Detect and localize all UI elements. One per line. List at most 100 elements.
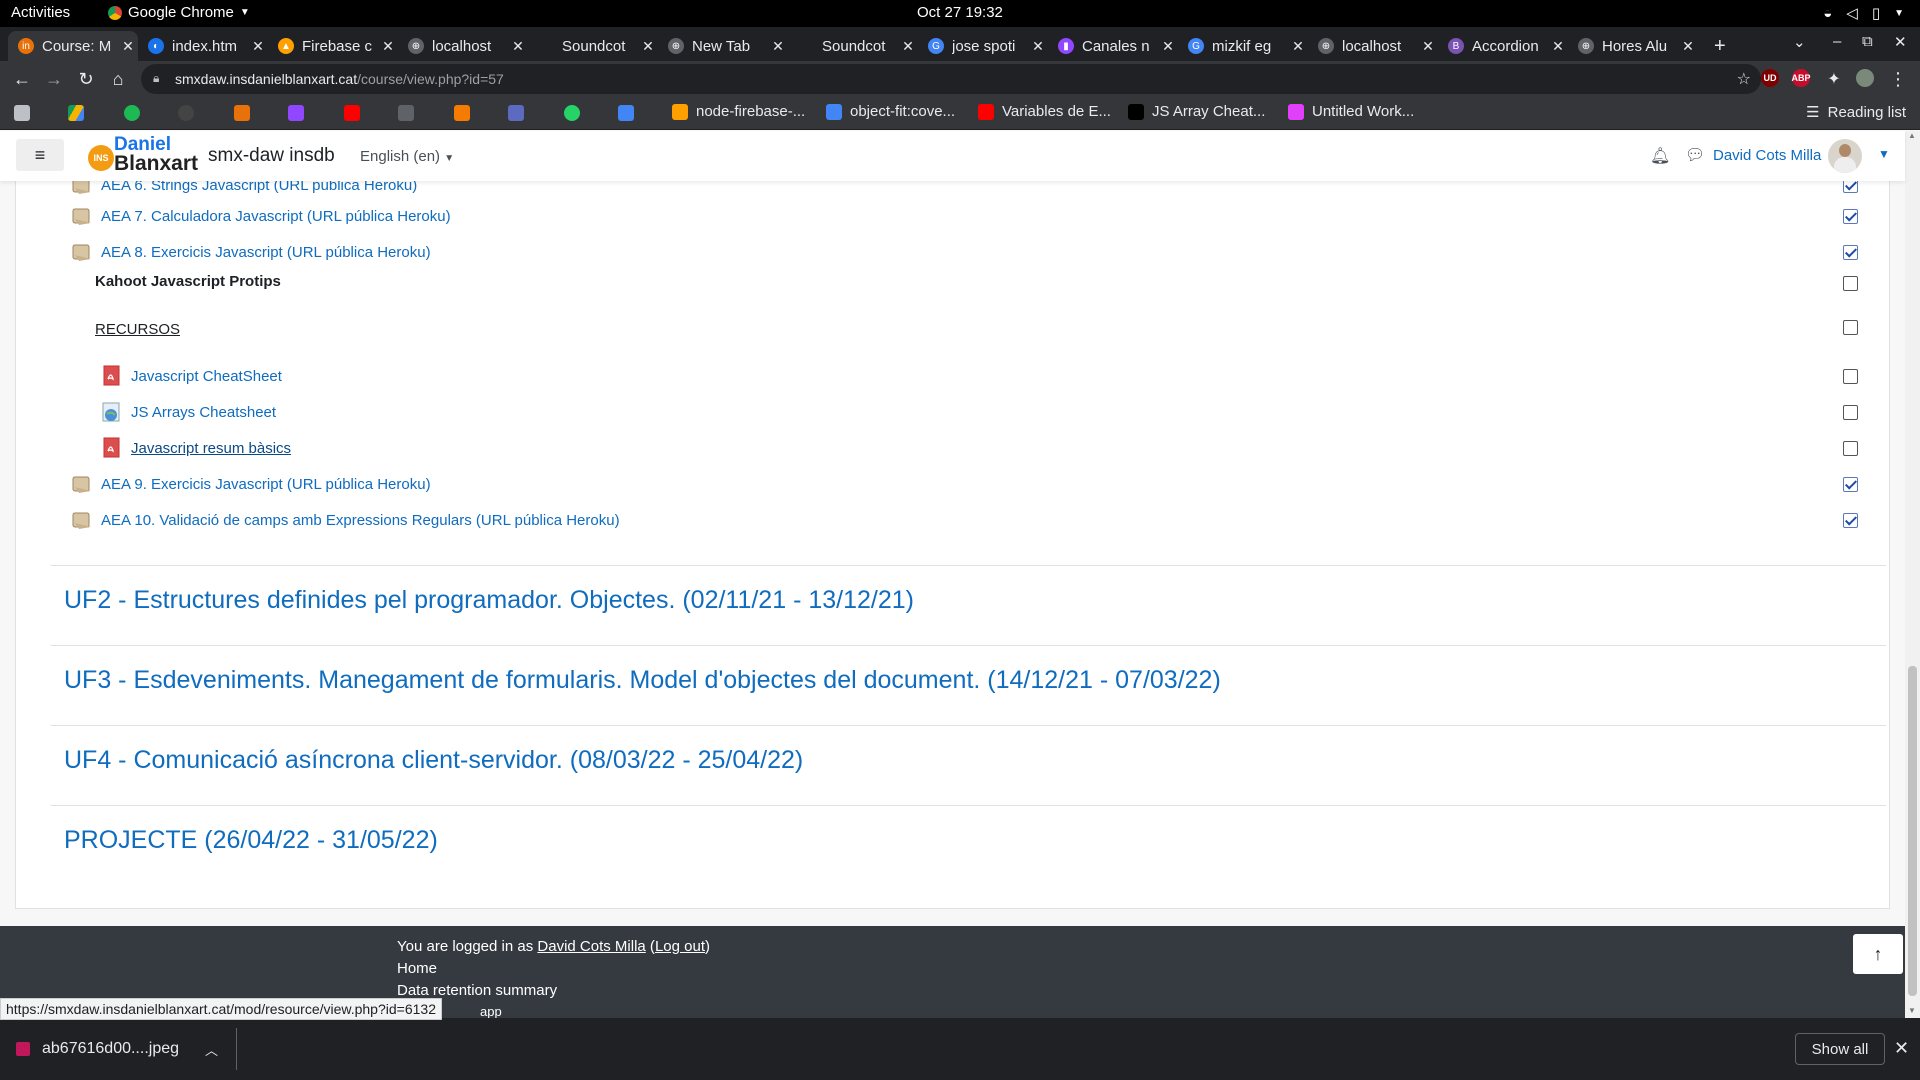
- messages-icon[interactable]: 💬︎: [1685, 145, 1705, 165]
- tab-close-icon[interactable]: ✕: [768, 38, 788, 55]
- browser-tab[interactable]: ⊕ Hores Alu ✕: [1568, 31, 1698, 61]
- grid-app-icon[interactable]: [398, 105, 414, 121]
- reading-list-button[interactable]: ☰ Reading list: [1806, 103, 1906, 122]
- browser-tab[interactable]: in Course: M ✕: [8, 31, 138, 61]
- scrollbar-thumb[interactable]: [1908, 666, 1917, 996]
- bookmark-star-icon[interactable]: ☆: [1737, 69, 1751, 89]
- app-launcher-icon[interactable]: [508, 105, 524, 121]
- tab-search-icon[interactable]: ⌄: [1793, 33, 1806, 51]
- new-tab-icon[interactable]: +: [1704, 31, 1734, 61]
- back-to-top-button[interactable]: ↑: [1853, 934, 1903, 974]
- google-drive-icon[interactable]: [68, 105, 84, 121]
- lock-icon[interactable]: 🔒︎: [153, 71, 159, 86]
- close-download-bar-icon[interactable]: ✕: [1894, 1038, 1909, 1059]
- browser-tab[interactable]: ▮ Canales n ✕: [1048, 31, 1178, 61]
- data-retention-link[interactable]: Data retention summary: [397, 982, 557, 999]
- show-all-downloads-button[interactable]: Show all: [1795, 1033, 1885, 1065]
- adblock-icon[interactable]: ABP: [1792, 69, 1811, 87]
- site-name[interactable]: smx-daw insdb: [208, 145, 335, 167]
- youtube-icon[interactable]: [344, 105, 360, 121]
- bookmark-item[interactable]: object-fit:cove...: [826, 103, 955, 120]
- chevron-up-icon[interactable]: ︿: [205, 1040, 218, 1059]
- scroll-down-arrow-icon[interactable]: ▼: [1908, 1006, 1916, 1015]
- tab-close-icon[interactable]: ✕: [898, 38, 918, 55]
- app-menu[interactable]: Google Chrome ▼: [108, 4, 250, 21]
- completion-checkbox[interactable]: [1843, 209, 1858, 224]
- site-logo[interactable]: INS Daniel Blanxart: [88, 135, 200, 175]
- tab-close-icon[interactable]: ✕: [1418, 38, 1438, 55]
- browser-tab[interactable]: ⊕ localhost ✕: [398, 31, 528, 61]
- section-title-link[interactable]: UF2 - Estructures definides pel programa…: [64, 586, 914, 615]
- footer-user-link[interactable]: David Cots Milla: [537, 938, 645, 955]
- moodle-icon[interactable]: [234, 105, 250, 121]
- bookmark-item[interactable]: node-firebase-...: [672, 103, 805, 120]
- twitch-icon[interactable]: [288, 105, 304, 121]
- activity-link[interactable]: JS Arrays Cheatsheet: [131, 404, 276, 421]
- browser-tab[interactable]: ▲ Firebase c ✕: [268, 31, 398, 61]
- completion-checkbox[interactable]: [1843, 276, 1858, 291]
- scroll-up-arrow-icon[interactable]: ▲: [1908, 131, 1916, 140]
- whatsapp-icon[interactable]: [564, 105, 580, 121]
- bookmark-item[interactable]: Variables de E...: [978, 103, 1111, 120]
- user-menu-name[interactable]: David Cots Milla: [1713, 147, 1821, 164]
- activity-link[interactable]: Javascript resum bàsics: [131, 440, 291, 457]
- browser-tab[interactable]: ⊕ localhost ✕: [1308, 31, 1438, 61]
- restore-icon[interactable]: ⧉: [1862, 33, 1873, 50]
- footer-home-link[interactable]: Home: [397, 960, 437, 977]
- activity-link[interactable]: AEA 10. Validació de camps amb Expressio…: [101, 512, 620, 529]
- completion-checkbox[interactable]: [1843, 405, 1858, 420]
- apps-folder-icon[interactable]: [14, 105, 30, 121]
- completion-checkbox[interactable]: [1843, 320, 1858, 335]
- close-window-icon[interactable]: ✕: [1894, 33, 1907, 51]
- completion-checkbox[interactable]: [1843, 369, 1858, 384]
- tab-close-icon[interactable]: ✕: [1288, 38, 1308, 55]
- activities-button[interactable]: Activities: [11, 4, 70, 21]
- extensions-puzzle-icon[interactable]: ✦: [1822, 67, 1846, 91]
- tab-close-icon[interactable]: ✕: [248, 38, 268, 55]
- completion-checkbox[interactable]: [1843, 245, 1858, 260]
- language-menu[interactable]: English (en) ▼: [360, 148, 454, 165]
- completion-checkbox[interactable]: [1843, 441, 1858, 456]
- chrome-menu-icon[interactable]: ⋮: [1886, 67, 1910, 91]
- section-title-link[interactable]: PROJECTE (26/04/22 - 31/05/22): [64, 826, 438, 855]
- tab-close-icon[interactable]: ✕: [1158, 38, 1178, 55]
- activity-link[interactable]: Javascript CheatSheet: [131, 368, 282, 385]
- section-title-link[interactable]: UF4 - Comunicació asíncrona client-servi…: [64, 746, 803, 775]
- browser-tab[interactable]: Gmizkif eg ✕: [1178, 31, 1308, 61]
- reload-icon[interactable]: ↻: [74, 67, 98, 91]
- tab-close-icon[interactable]: ✕: [1678, 38, 1698, 55]
- notifications-bell-icon[interactable]: 🔔︎: [1650, 146, 1670, 166]
- back-icon[interactable]: ←: [10, 67, 34, 91]
- tab-close-icon[interactable]: ✕: [378, 38, 398, 55]
- completion-checkbox[interactable]: [1843, 513, 1858, 528]
- activity-link[interactable]: AEA 9. Exercicis Javascript (URL pública…: [101, 476, 431, 493]
- browser-tab[interactable]: B Accordion ✕: [1438, 31, 1568, 61]
- caret-down-icon[interactable]: ▼: [1878, 147, 1890, 161]
- minimize-icon[interactable]: –: [1833, 33, 1841, 50]
- footer-partial-link[interactable]: app: [480, 1004, 502, 1018]
- bookmark-item[interactable]: Untitled Work...: [1288, 103, 1414, 120]
- logout-link[interactable]: Log out: [655, 938, 705, 955]
- clock[interactable]: Oct 27 19:32: [917, 4, 1003, 21]
- browser-tab[interactable]: ◐ index.htm ✕: [138, 31, 268, 61]
- tab-close-icon[interactable]: ✕: [1548, 38, 1568, 55]
- tab-close-icon[interactable]: ✕: [508, 38, 528, 55]
- tab-close-icon[interactable]: ✕: [118, 38, 138, 55]
- ublock-icon[interactable]: UD: [1761, 69, 1779, 87]
- browser-tab[interactable]: Soundcot ✕: [528, 31, 658, 61]
- forward-icon[interactable]: →: [42, 67, 66, 91]
- drawer-toggle-icon[interactable]: ≡: [16, 139, 64, 171]
- github-icon[interactable]: [178, 105, 194, 121]
- tab-close-icon[interactable]: ✕: [1028, 38, 1048, 55]
- home-icon[interactable]: ⌂: [106, 67, 130, 91]
- address-bar[interactable]: 🔒︎ smxdaw.insdanielblanxart.cat/course/v…: [141, 64, 1761, 94]
- page-scrollbar[interactable]: ▲ ▼: [1905, 131, 1920, 1018]
- download-item[interactable]: ab67616d00....jpeg ︿: [16, 1032, 218, 1066]
- section-title-link[interactable]: UF3 - Esdeveniments. Manegament de formu…: [64, 666, 1221, 695]
- user-avatar[interactable]: [1828, 139, 1862, 173]
- soundcloud-icon[interactable]: [454, 105, 470, 121]
- tab-close-icon[interactable]: ✕: [638, 38, 658, 55]
- spotify-icon[interactable]: [124, 105, 140, 121]
- system-tray[interactable]: ◒ ◁ ▯ ▼: [1823, 4, 1904, 23]
- activity-link[interactable]: AEA 8. Exercicis Javascript (URL pública…: [101, 244, 431, 261]
